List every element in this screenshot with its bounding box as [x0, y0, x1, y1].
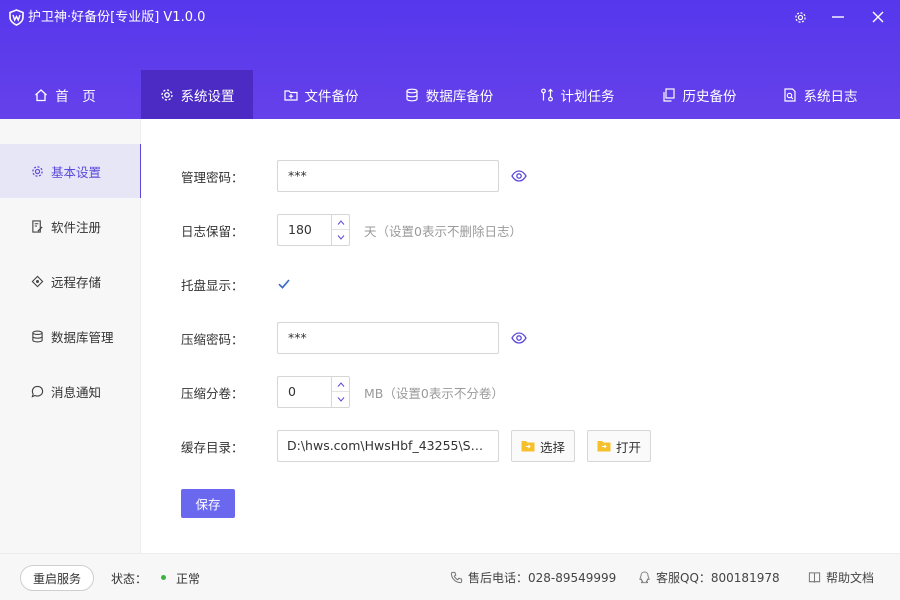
sidebar-item-label: 数据库管理	[51, 329, 114, 345]
tab-system-log-label: 系统日志	[803, 88, 858, 105]
qq-icon	[639, 571, 650, 584]
zip-split-label: 压缩分卷：	[181, 386, 244, 401]
tab-database-backup[interactable]: 数据库备份	[393, 70, 505, 119]
admin-password-label: 管理密码：	[181, 170, 244, 185]
tab-history-backup[interactable]: 历史备份	[650, 70, 748, 119]
tab-scheduled-tasks[interactable]: 计划任务	[528, 70, 626, 119]
stepper-arrows	[331, 377, 349, 407]
status-dot-icon	[161, 575, 166, 580]
sidebar-item-label: 软件注册	[51, 219, 102, 235]
status-value: 正常	[176, 572, 201, 586]
tab-history-backup-label: 历史备份	[682, 88, 737, 105]
home-icon	[35, 88, 48, 101]
support-phone-text: 售后电话：028-89549999	[468, 571, 617, 585]
gear-icon	[794, 11, 806, 23]
tray-display-checkbox[interactable]	[277, 277, 291, 291]
zip-split-value[interactable]: 0	[288, 377, 296, 407]
log-retention-stepper[interactable]: 180	[277, 214, 350, 246]
tab-home-label: 首 页	[55, 88, 96, 105]
close-icon	[872, 11, 884, 23]
help-docs-link[interactable]: 帮助文档	[808, 569, 874, 586]
select-folder-button[interactable]: 选择	[511, 430, 575, 462]
log-icon	[783, 87, 796, 102]
zip-password-input[interactable]: ***	[277, 322, 499, 354]
sidebar-item-basic-settings[interactable]: 基本设置	[0, 144, 142, 198]
sidebar-item-database-management[interactable]: 数据库管理	[0, 309, 141, 363]
support-qq: 客服QQ：800181978	[638, 569, 780, 586]
eye-icon[interactable]	[511, 170, 527, 182]
increment-button[interactable]	[332, 215, 349, 230]
chevron-up-icon	[337, 381, 344, 387]
sidebar-item-label: 消息通知	[51, 384, 102, 400]
phone-icon	[450, 571, 463, 584]
folder-icon	[597, 441, 611, 452]
status-bar: 重启服务 状态： 正常 售后电话：028-89549999 客服QQ：80018…	[0, 553, 900, 600]
title-bar: 护卫神·好备份[专业版] V1.0.0 首 页 系统设置 文件备份 数据库备份 …	[0, 0, 900, 119]
zip-password-label: 压缩密码：	[181, 332, 244, 347]
stepper-arrows	[331, 215, 349, 245]
settings-sidebar: 基本设置 软件注册 远程存储 数据库管理 消息通知	[0, 119, 142, 553]
sidebar-item-remote-storage[interactable]: 远程存储	[0, 254, 141, 308]
support-qq-text: 客服QQ：800181978	[656, 571, 780, 585]
database-icon	[406, 88, 418, 101]
register-icon	[32, 219, 43, 233]
tab-system-settings[interactable]: 系统设置	[141, 70, 253, 119]
log-retention-hint: 天（设置0表示不删除日志）	[364, 224, 522, 239]
shield-logo-icon	[9, 9, 24, 26]
chevron-down-icon	[337, 235, 344, 240]
tab-file-backup-label: 文件备份	[304, 88, 359, 105]
book-icon	[808, 572, 821, 583]
help-docs-text: 帮助文档	[826, 571, 875, 585]
message-icon	[31, 385, 44, 398]
minimize-button[interactable]	[827, 6, 849, 28]
chevron-up-icon	[337, 219, 344, 225]
log-retention-label: 日志保留：	[181, 224, 244, 239]
zip-split-hint: MB（设置0表示不分卷）	[364, 386, 504, 401]
history-icon	[662, 87, 675, 102]
status-label: 状态：	[111, 572, 148, 586]
database-icon	[32, 330, 43, 342]
folder-icon	[521, 441, 535, 452]
close-button[interactable]	[867, 6, 889, 28]
chevron-down-icon	[337, 397, 344, 402]
minimize-icon	[832, 16, 844, 18]
schedule-icon	[540, 88, 553, 101]
remote-storage-icon	[31, 275, 44, 287]
gear-icon	[32, 165, 43, 177]
sidebar-item-message-notification[interactable]: 消息通知	[0, 364, 141, 418]
app-title: 护卫神·好备份[专业版] V1.0.0	[28, 10, 206, 25]
sidebar-item-software-registration[interactable]: 软件注册	[0, 199, 141, 253]
restart-service-button[interactable]: 重启服务	[20, 565, 94, 591]
sidebar-item-label: 基本设置	[51, 164, 102, 180]
cache-dir-label: 缓存目录：	[181, 440, 244, 455]
decrement-button[interactable]	[332, 230, 349, 245]
open-folder-label: 打开	[615, 439, 641, 455]
open-folder-button[interactable]: 打开	[587, 430, 651, 462]
tab-scheduled-tasks-label: 计划任务	[560, 88, 615, 105]
eye-icon[interactable]	[511, 332, 527, 344]
increment-button[interactable]	[332, 377, 349, 392]
tab-system-log[interactable]: 系统日志	[771, 70, 869, 119]
support-phone: 售后电话：028-89549999	[450, 569, 616, 586]
main-nav: 首 页 系统设置 文件备份 数据库备份 计划任务 历史备份 系统日志	[0, 70, 900, 119]
tab-database-backup-label: 数据库备份	[425, 88, 494, 105]
folder-plus-icon	[283, 89, 298, 101]
tray-display-label: 托盘显示：	[181, 278, 244, 293]
gear-icon	[160, 88, 173, 101]
sidebar-item-label: 远程存储	[51, 274, 102, 290]
settings-button[interactable]	[789, 6, 811, 28]
admin-password-input[interactable]: ***	[277, 160, 499, 192]
tab-system-settings-label: 系统设置	[180, 88, 235, 105]
cache-dir-input[interactable]: D:\hws.com\HwsHbf_43255\Server...	[277, 430, 499, 462]
decrement-button[interactable]	[332, 392, 349, 407]
select-folder-label: 选择	[539, 439, 565, 455]
tab-home[interactable]: 首 页	[22, 70, 108, 119]
tab-file-backup[interactable]: 文件备份	[272, 70, 370, 119]
zip-split-stepper[interactable]: 0	[277, 376, 350, 408]
basic-settings-panel: 管理密码： *** 日志保留： 180 天（设置0表示不删除日志） 托盘显示： …	[141, 119, 900, 553]
save-button[interactable]: 保存	[181, 489, 235, 518]
log-retention-value[interactable]: 180	[288, 215, 312, 245]
